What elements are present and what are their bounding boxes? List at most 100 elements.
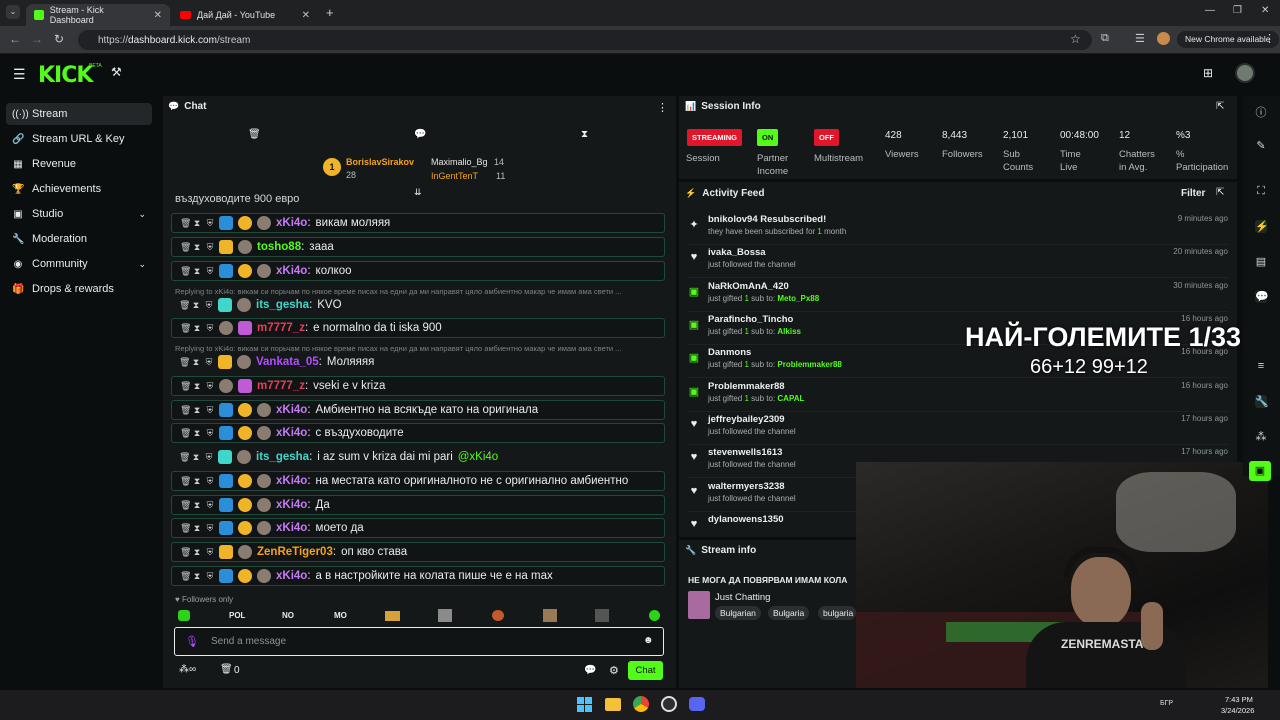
emote-kick-green[interactable] <box>178 610 190 621</box>
collapse-icon[interactable]: ⇊ <box>414 187 422 198</box>
hammer-icon[interactable]: ⚒ <box>111 65 122 79</box>
sidebar-item-drops-rewards[interactable]: 🎁 Drops & rewards <box>6 278 152 300</box>
filter-button[interactable]: Filter <box>1181 188 1205 199</box>
info-icon[interactable]: ⓘ <box>1255 104 1267 120</box>
chat-username[interactable]: xKi4o <box>276 522 307 534</box>
shield-icon[interactable]: ⛨ <box>206 547 214 558</box>
trash-icon[interactable]: 🗑 <box>180 218 191 229</box>
chat-username[interactable]: Vankata_05 <box>256 356 319 368</box>
url-bar[interactable]: https://dashboard.kick.com/stream <box>78 30 1092 50</box>
trash-icon[interactable]: 🗑 <box>180 428 191 439</box>
sidebar-item-community[interactable]: ◉ Community ⌄ <box>6 253 152 275</box>
window-close-button[interactable]: ✕ <box>1261 5 1269 16</box>
popout-icon[interactable]: ⇱ <box>1216 101 1224 112</box>
gift-recipient[interactable]: Problemmaker88 <box>777 360 841 369</box>
trash-icon[interactable]: 🗑 <box>179 357 190 368</box>
lightning-icon[interactable]: ⚡ <box>1255 220 1269 233</box>
emote-cat[interactable] <box>438 609 452 622</box>
chat-username[interactable]: xKi4o <box>276 570 307 582</box>
sidebar-item-studio[interactable]: ▣ Studio ⌄ <box>6 203 152 225</box>
trash-icon[interactable]: 🗑 <box>180 547 191 558</box>
trash-icon[interactable]: 🗑 <box>180 523 191 534</box>
reading-list-icon[interactable]: ☰ <box>1135 32 1145 45</box>
activity-user[interactable]: waltermyers3238 <box>708 481 785 492</box>
activity-user[interactable]: Parafincho_Tincho <box>708 314 793 325</box>
reload-icon[interactable]: ↻ <box>54 32 64 46</box>
sidebar-item-stream[interactable]: ((·)) Stream <box>6 103 152 125</box>
chevron-down-icon[interactable]: ⌄ <box>138 209 146 220</box>
close-icon[interactable]: ✕ <box>154 10 162 21</box>
emote-dog[interactable] <box>543 609 557 622</box>
shield-icon[interactable]: ⛨ <box>205 452 213 463</box>
clock-date[interactable]: 3/24/2026 <box>1221 706 1254 715</box>
hourglass-icon[interactable]: ⧗ <box>192 300 200 311</box>
chat-username[interactable]: ZenReTiger03 <box>257 546 333 558</box>
trash-icon[interactable]: 🗑 <box>180 476 191 487</box>
shield-icon[interactable]: ⛨ <box>206 571 214 582</box>
hourglass-icon[interactable]: ⧗ <box>193 500 201 511</box>
emote-no[interactable]: NO <box>282 611 294 620</box>
hourglass-icon[interactable]: ⧗ <box>193 323 201 334</box>
trash-icon[interactable]: 🗑 <box>180 381 191 392</box>
chat-icon[interactable]: 💬 <box>1255 290 1269 303</box>
emote-mo[interactable]: MO <box>334 611 347 620</box>
hourglass-icon[interactable]: ⧗ <box>192 452 200 463</box>
microphone-icon[interactable]: 🎙 <box>185 635 199 648</box>
tab-search-icon[interactable]: ⌄ <box>6 5 20 19</box>
send-chat-button[interactable]: Chat <box>628 661 663 680</box>
emote-box[interactable] <box>385 611 400 621</box>
activity-user[interactable]: dylanowens1350 <box>708 514 784 525</box>
shield-icon[interactable]: ⛨ <box>206 500 214 511</box>
forward-icon[interactable]: → <box>31 32 43 46</box>
chat-username[interactable]: xKi4o <box>276 427 307 439</box>
sidebar-item-moderation[interactable]: 🔧 Moderation <box>6 228 152 250</box>
trash-icon[interactable]: 🗑 <box>180 242 191 253</box>
trash-icon[interactable]: 🗑 <box>248 129 261 140</box>
obs-icon[interactable] <box>661 696 677 712</box>
activity-user[interactable]: Problemmaker88 <box>708 381 785 392</box>
chat-username[interactable]: xKi4o <box>276 475 307 487</box>
shield-icon[interactable]: ⛨ <box>206 476 214 487</box>
hourglass-icon[interactable]: ⧗ <box>193 571 201 582</box>
add-widget-icon[interactable]: ▣ <box>1249 461 1271 481</box>
trash-icon[interactable]: 🗑 <box>180 323 191 334</box>
hourglass-icon[interactable]: ⧗ <box>193 242 201 253</box>
shield-icon[interactable]: ⛨ <box>205 357 213 368</box>
chat-username[interactable]: m7777_z <box>257 380 305 392</box>
shield-icon[interactable]: ⛨ <box>206 266 214 277</box>
trash-count-icon[interactable]: 🗑 <box>220 664 233 675</box>
chrome-icon[interactable] <box>633 696 649 712</box>
back-icon[interactable]: ← <box>9 32 21 46</box>
emote-pol[interactable]: POL <box>229 611 245 620</box>
tag-chip[interactable]: Bulgaria <box>768 606 810 620</box>
chat-input[interactable]: 🎙 Send a message <box>174 627 664 656</box>
file-explorer-icon[interactable] <box>605 698 621 711</box>
chat-username[interactable]: tosho88 <box>257 241 301 253</box>
tag-chip[interactable]: Bulgarian <box>715 606 761 620</box>
activity-user[interactable]: NaRkOmAnA_420 <box>708 281 789 292</box>
shield-icon[interactable]: ⛨ <box>206 381 214 392</box>
hamburger-menu-icon[interactable]: ☰ <box>13 66 26 83</box>
activity-user[interactable]: jeffreybailey2309 <box>708 414 785 425</box>
gamepad-icon[interactable]: ⊞ <box>1203 66 1213 80</box>
list-icon[interactable]: ≡ <box>1255 360 1267 372</box>
chat-mention[interactable]: @xKi4o <box>458 451 498 463</box>
chrome-menu-icon[interactable]: ⋮ <box>1264 32 1275 45</box>
settings-gear-icon[interactable]: ⚙ <box>609 664 619 677</box>
emoji-icon[interactable]: ☻ <box>643 635 654 646</box>
hourglass-icon[interactable]: ⧗ <box>192 357 200 368</box>
shield-icon[interactable]: ⛨ <box>206 405 214 416</box>
trash-icon[interactable]: 🗑 <box>180 405 191 416</box>
share-icon[interactable]: ⁂ <box>1255 430 1267 443</box>
shield-icon[interactable]: ⛨ <box>206 323 214 334</box>
user-avatar[interactable] <box>1235 63 1255 83</box>
trash-icon[interactable]: 🗑 <box>179 300 190 311</box>
popout-icon[interactable]: ⇱ <box>1216 187 1224 198</box>
chat-username[interactable]: its_gesha <box>256 451 309 463</box>
chat-mode-icon[interactable]: 💬 <box>414 129 426 140</box>
hourglass-icon[interactable]: ⧗ <box>193 218 201 229</box>
gift-recipient[interactable]: Alkiss <box>777 327 801 336</box>
trash-icon[interactable]: 🗑 <box>180 500 191 511</box>
chat-username[interactable]: m7777_z <box>257 322 305 334</box>
hourglass-icon[interactable]: ⧗ <box>193 523 201 534</box>
